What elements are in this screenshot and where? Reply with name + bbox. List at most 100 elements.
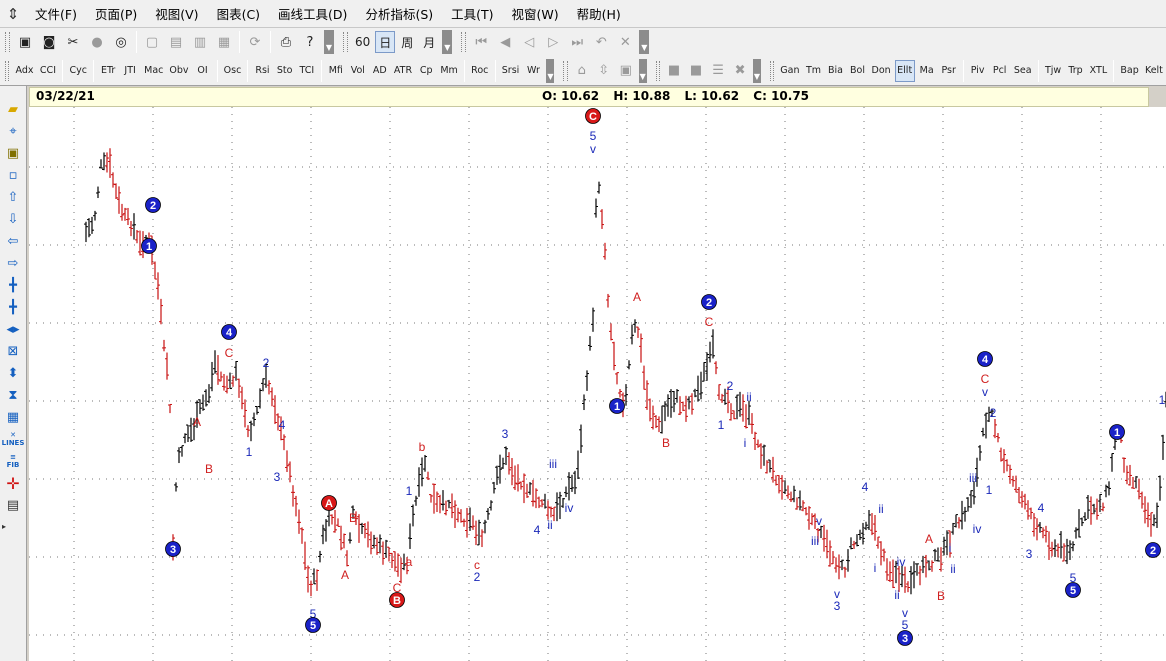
hourglass-icon[interactable]: ⧗ bbox=[2, 384, 24, 406]
wave-marker[interactable]: 5 bbox=[1065, 582, 1081, 598]
period-60-button[interactable]: 60 bbox=[352, 31, 373, 53]
marker-up-icon[interactable]: ╋ bbox=[2, 274, 24, 296]
close-chart-icon[interactable]: ✖ bbox=[730, 60, 750, 82]
toolbar-overflow-2[interactable]: ▼ bbox=[442, 30, 453, 54]
indicator-mfi[interactable]: Mfi bbox=[326, 60, 346, 82]
indicator-obv[interactable]: Obv bbox=[167, 60, 190, 82]
delete-icon[interactable]: ✕ bbox=[614, 31, 636, 53]
text-tool-icon[interactable]: ▫ bbox=[2, 164, 24, 186]
wave-marker[interactable]: 1 bbox=[1109, 424, 1125, 440]
new-page-icon[interactable]: ▢ bbox=[141, 31, 163, 53]
collapse-arrow-icon[interactable]: ▸ bbox=[2, 522, 6, 531]
help-icon[interactable]: ? bbox=[299, 31, 321, 53]
toolbar-overflow-4[interactable]: ▼ bbox=[546, 58, 555, 83]
indicator-bia[interactable]: Bia bbox=[826, 60, 846, 82]
zoom-icon[interactable]: ◎ bbox=[110, 31, 132, 53]
arrow-down-icon[interactable]: ⇩ bbox=[2, 208, 24, 230]
indicator-vol[interactable]: Vol bbox=[348, 60, 368, 82]
ruler-icon[interactable]: ▣ bbox=[2, 142, 24, 164]
wave-marker[interactable]: 3 bbox=[165, 541, 181, 557]
undo-icon[interactable]: ↶ bbox=[590, 31, 612, 53]
refresh-icon[interactable]: ⟳ bbox=[244, 31, 266, 53]
scroll-back-icon[interactable]: ◀ bbox=[494, 31, 516, 53]
weekly-button[interactable]: 周 bbox=[397, 31, 417, 53]
layout-list-icon[interactable]: ☰ bbox=[708, 60, 728, 82]
indicator-wr[interactable]: Wr bbox=[523, 60, 543, 82]
indicator-piv[interactable]: Piv bbox=[968, 60, 988, 82]
daily-button[interactable]: 日 bbox=[375, 31, 396, 53]
menu-drawing-tools[interactable]: 画线工具(D) bbox=[269, 4, 356, 23]
wave-marker[interactable]: 3 bbox=[897, 630, 913, 646]
indicator-ad[interactable]: AD bbox=[370, 60, 390, 82]
indicator-bol[interactable]: Bol bbox=[848, 60, 868, 82]
indicator-mm[interactable]: Mm bbox=[438, 60, 460, 82]
indicator-bap[interactable]: Bap bbox=[1118, 60, 1141, 82]
wave-marker[interactable]: 1 bbox=[141, 238, 157, 254]
indicator-tm[interactable]: Tm bbox=[804, 60, 824, 82]
wave-marker[interactable]: 4 bbox=[221, 324, 237, 340]
indicator-kelt[interactable]: Kelt bbox=[1143, 60, 1165, 82]
cursor-tool-icon[interactable]: ⌖ bbox=[2, 120, 24, 142]
chart-window-icon[interactable]: ▣ bbox=[14, 31, 36, 53]
toolbar-overflow-5[interactable]: ▼ bbox=[638, 58, 647, 83]
wave-marker[interactable]: 5 bbox=[305, 617, 321, 633]
home-icon[interactable]: ⌂ bbox=[572, 60, 592, 82]
properties-icon[interactable]: ▤ bbox=[2, 494, 24, 516]
menu-page[interactable]: 页面(P) bbox=[86, 4, 146, 23]
wave-marker[interactable]: 2 bbox=[1145, 542, 1161, 558]
toolbar-grip[interactable] bbox=[5, 32, 10, 52]
indicator-adx[interactable]: Adx bbox=[13, 60, 35, 82]
indicator-don[interactable]: Don bbox=[870, 60, 893, 82]
folder-icon[interactable]: ▰ bbox=[2, 98, 24, 120]
indicator-sto[interactable]: Sto bbox=[274, 60, 294, 82]
marker-down-icon[interactable]: ╋ bbox=[2, 296, 24, 318]
compress-icon[interactable]: ⊠ bbox=[2, 340, 24, 362]
camera-icon[interactable]: ▦ bbox=[213, 31, 235, 53]
layout-double-icon[interactable]: ■ bbox=[686, 60, 706, 82]
menu-chart[interactable]: 图表(C) bbox=[208, 4, 269, 23]
indicator-tci[interactable]: TCI bbox=[297, 60, 317, 82]
chart-svg[interactable]: ABC12345ABCa1bc23iii4 iiiv5vABC12iiiviiiv… bbox=[29, 107, 1166, 661]
toolbar-overflow-6[interactable]: ▼ bbox=[753, 58, 761, 83]
indicator-srsi[interactable]: Srsi bbox=[500, 60, 522, 82]
indicator-rsi[interactable]: Rsi bbox=[252, 60, 272, 82]
menu-window[interactable]: 视窗(W) bbox=[503, 4, 568, 23]
arrow-right-icon[interactable]: ⇨ bbox=[2, 252, 24, 274]
indicator-psr[interactable]: Psr bbox=[939, 60, 959, 82]
layout-single-icon[interactable]: ■ bbox=[664, 60, 684, 82]
wave-marker[interactable]: 4 bbox=[977, 351, 993, 367]
fib-tool-button[interactable]: ≡ FIB bbox=[2, 450, 24, 472]
indicator-osc[interactable]: Osc bbox=[222, 60, 244, 82]
toolbar-overflow-1[interactable]: ▼ bbox=[324, 30, 334, 54]
indicator-roc[interactable]: Roc bbox=[469, 60, 491, 82]
lines-tool-button[interactable]: ✕ LINES bbox=[2, 428, 25, 450]
wave-marker[interactable]: A bbox=[321, 495, 337, 511]
indicator-gan[interactable]: Gan bbox=[778, 60, 801, 82]
expand-vertical-icon[interactable]: ⬍ bbox=[2, 362, 24, 384]
menu-file[interactable]: 文件(F) bbox=[26, 4, 86, 23]
indicator-ellt[interactable]: Ellt bbox=[894, 59, 915, 82]
pointer-icon[interactable]: ⇕ bbox=[0, 5, 26, 23]
arrow-up-icon[interactable]: ⇧ bbox=[2, 186, 24, 208]
wave-marker[interactable]: B bbox=[389, 592, 405, 608]
print-preview-icon[interactable]: ◙ bbox=[38, 31, 60, 53]
crosshair-icon[interactable]: ✛ bbox=[2, 472, 24, 494]
lock-icon[interactable]: ▣ bbox=[616, 60, 636, 82]
indicator-sea[interactable]: Sea bbox=[1012, 60, 1034, 82]
indicator-atr[interactable]: ATR bbox=[392, 60, 414, 82]
menu-tools[interactable]: 工具(T) bbox=[442, 4, 502, 23]
indicator-ma[interactable]: Ma bbox=[917, 60, 937, 82]
wave-marker[interactable]: 1 bbox=[609, 398, 625, 414]
indicator-mac[interactable]: Mac bbox=[142, 60, 165, 82]
indicator-oi[interactable]: OI bbox=[193, 60, 213, 82]
paste-icon[interactable]: ▥ bbox=[189, 31, 211, 53]
monthly-button[interactable]: 月 bbox=[419, 31, 439, 53]
printer-icon[interactable]: ⎙ bbox=[275, 31, 297, 53]
indicator-cp[interactable]: Cp bbox=[416, 60, 436, 82]
scroll-left-icon[interactable]: ◁ bbox=[518, 31, 540, 53]
wave-marker[interactable]: C bbox=[585, 108, 601, 124]
indicator-xtl[interactable]: XTL bbox=[1087, 60, 1109, 82]
wave-marker[interactable]: 2 bbox=[145, 197, 161, 213]
menu-view[interactable]: 视图(V) bbox=[146, 4, 207, 23]
indicator-jti[interactable]: JTI bbox=[120, 60, 140, 82]
